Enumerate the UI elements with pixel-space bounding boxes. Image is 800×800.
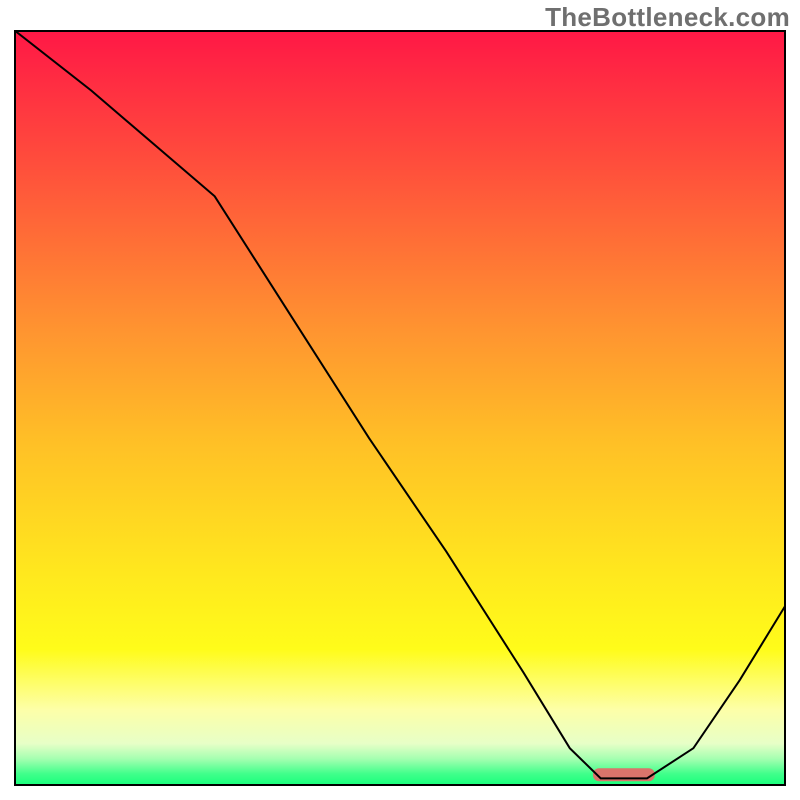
plot-svg [14, 30, 786, 786]
plot-background [15, 31, 785, 785]
bottleneck-chart: TheBottleneck.com [0, 0, 800, 800]
watermark-text: TheBottleneck.com [545, 2, 790, 33]
